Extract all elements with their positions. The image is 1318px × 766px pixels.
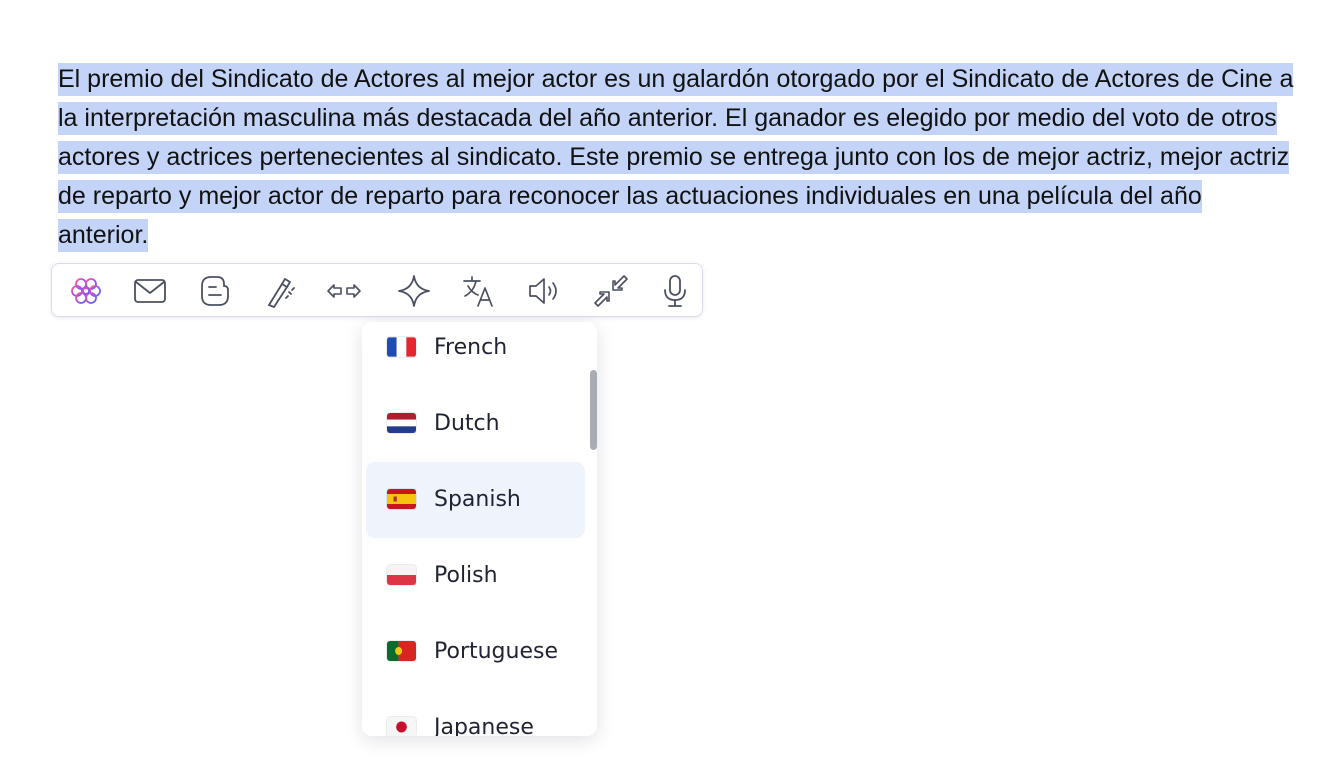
translate-icon[interactable] xyxy=(461,273,497,309)
language-label: Portuguese xyxy=(434,639,558,664)
selection-toolbar xyxy=(51,263,703,317)
selected-paragraph: El premio del Sindicato de Actores al me… xyxy=(58,60,1298,255)
language-label: French xyxy=(434,335,508,360)
poland-flag-icon xyxy=(387,565,416,585)
dropdown-scrollbar[interactable] xyxy=(590,370,597,450)
language-option-polish[interactable]: Polish xyxy=(366,538,585,614)
portugal-flag-icon xyxy=(387,641,416,661)
selected-text: El premio del Sindicato de Actores al me… xyxy=(58,63,1294,252)
language-option-dutch[interactable]: Dutch xyxy=(366,386,585,462)
microphone-icon[interactable] xyxy=(657,273,693,309)
speaker-icon[interactable] xyxy=(526,273,562,309)
minimize-arrows-icon[interactable] xyxy=(593,273,629,309)
sparkle-icon[interactable] xyxy=(396,273,432,309)
arrows-left-right-icon[interactable] xyxy=(326,273,362,309)
language-label: Japanese xyxy=(434,715,534,736)
ai-brain-icon[interactable] xyxy=(68,273,104,309)
language-label: Polish xyxy=(434,563,498,588)
language-label: Dutch xyxy=(434,411,500,436)
language-option-french[interactable]: French xyxy=(366,322,585,386)
language-option-portuguese[interactable]: Portuguese xyxy=(366,614,585,690)
language-label: Spanish xyxy=(434,487,521,512)
france-flag-icon xyxy=(387,337,416,357)
blogger-icon[interactable] xyxy=(197,273,233,309)
language-option-japanese[interactable]: Japanese xyxy=(366,690,585,736)
japan-flag-icon xyxy=(387,717,416,736)
language-dropdown[interactable]: French Dutch Spanish Polish Portuguese J… xyxy=(362,322,597,736)
magic-wand-icon[interactable] xyxy=(261,273,297,309)
netherlands-flag-icon xyxy=(387,413,416,433)
language-option-spanish[interactable]: Spanish xyxy=(366,462,585,538)
spain-flag-icon xyxy=(387,489,416,509)
mail-icon[interactable] xyxy=(132,273,168,309)
